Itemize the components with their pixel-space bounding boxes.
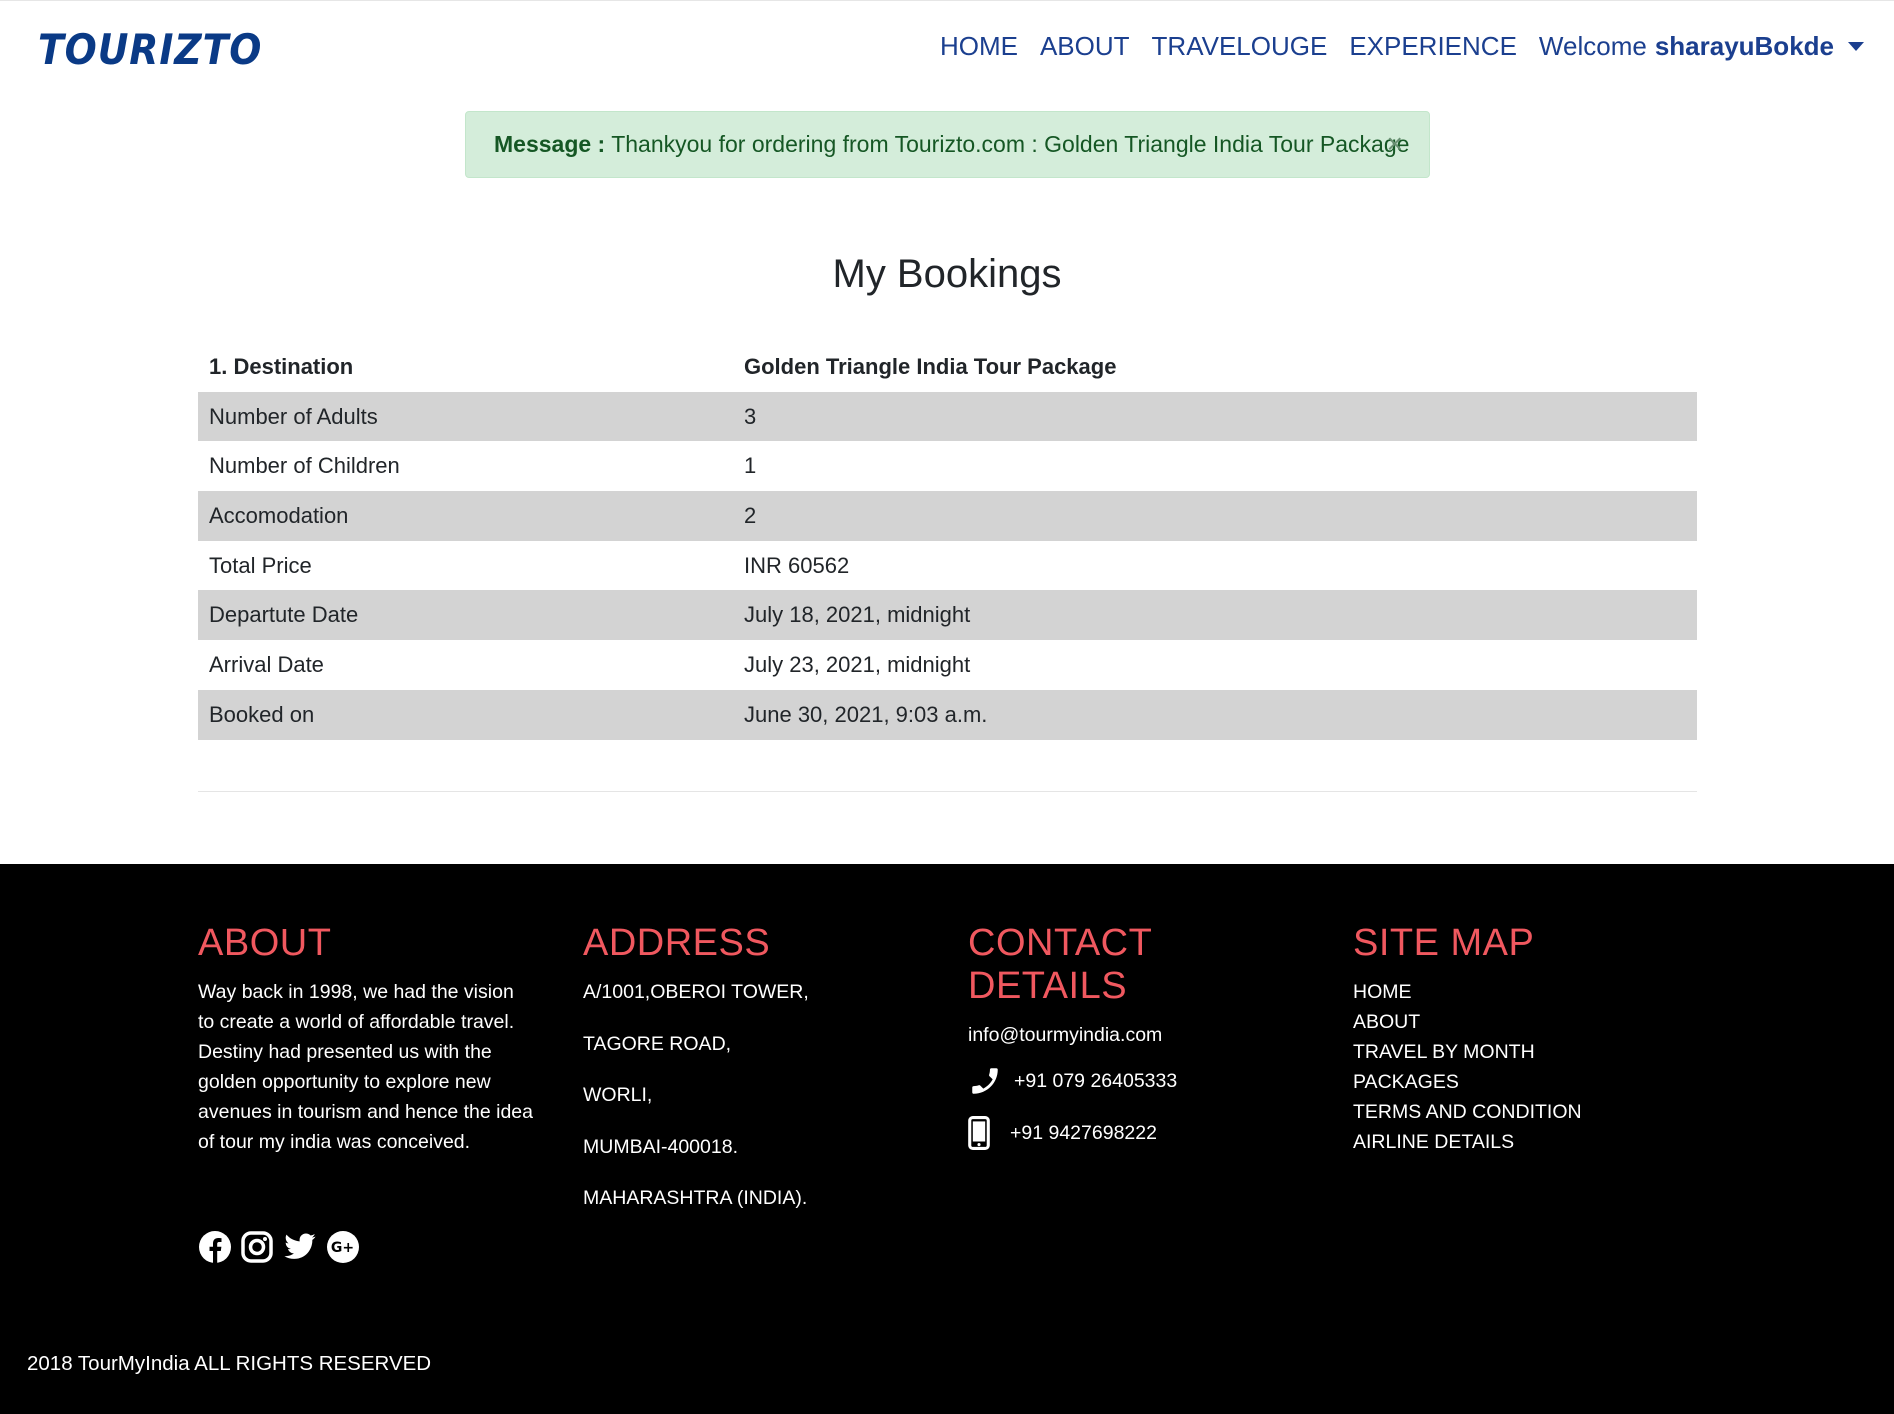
footer-contact-heading: CONTACT DETAILS	[968, 922, 1152, 1007]
address-line: TAGORE ROAD,	[583, 1032, 732, 1055]
footer-sitemap-section: SITE MAP HOME ABOUT TRAVEL BY MONTH PACK…	[1353, 922, 1683, 1157]
row-label: Number of Children	[209, 453, 400, 479]
row-label: 1. Destination	[209, 353, 354, 379]
table-row: Booked on June 30, 2021, 9:03 a.m.	[198, 689, 1697, 740]
row-value: 3	[744, 403, 757, 429]
username: sharayuBokde	[1654, 31, 1834, 61]
row-value: 1	[744, 453, 757, 479]
nav-about-link[interactable]: ABOUT	[1040, 31, 1130, 62]
row-value: July 23, 2021, midnight	[744, 651, 971, 677]
sitemap-airline-details-link[interactable]: AIRLINE DETAILS	[1353, 1127, 1683, 1157]
alert-message: Thankyou for ordering from Tourizto.com …	[611, 131, 1410, 157]
footer-about-section: ABOUT Way back in 1998, we had the visio…	[198, 922, 548, 1157]
table-row: Departute Date July 18, 2021, midnight	[198, 590, 1697, 641]
content-divider	[198, 791, 1697, 792]
about-line: to create a world of affordable travel.	[198, 1011, 515, 1033]
address-line: MUMBAI-400018.	[583, 1135, 738, 1158]
nav-experience-link[interactable]: EXPERIENCE	[1349, 31, 1517, 62]
row-label: Total Price	[209, 552, 312, 578]
booking-table: 1. Destination Golden Triangle India Tou…	[198, 342, 1697, 740]
table-row: Accomodation 2	[198, 491, 1697, 541]
nav-home-link[interactable]: HOME	[940, 31, 1018, 62]
table-row: Total Price INR 60562	[198, 541, 1697, 591]
sitemap-packages-link[interactable]: PACKAGES	[1353, 1067, 1683, 1097]
footer-contact-section: CONTACT DETAILS info@tourmyindia.com +91…	[968, 922, 1318, 1150]
about-line: of tour my india was conceived.	[198, 1131, 471, 1153]
row-value: July 18, 2021, midnight	[744, 602, 971, 628]
facebook-icon[interactable]	[198, 1230, 232, 1264]
row-label: Arrival Date	[209, 651, 324, 677]
table-row: 1. Destination Golden Triangle India Tou…	[198, 342, 1697, 392]
page-title: My Bookings	[832, 252, 1062, 296]
nav-travelouge-link[interactable]: TRAVELOUGE	[1152, 31, 1328, 62]
footer-sitemap-heading: SITE MAP	[1353, 922, 1535, 964]
contact-email[interactable]: info@tourmyindia.com	[968, 1020, 1318, 1050]
mobile-icon	[968, 1116, 990, 1150]
row-value: 2	[744, 502, 757, 528]
table-row: Arrival Date July 23, 2021, midnight	[198, 640, 1697, 690]
about-line: avenues in tourism and hence the idea	[198, 1101, 533, 1123]
navbar: TOURIZTO HOME ABOUT TRAVELOUGE EXPERIENC…	[0, 0, 1894, 100]
twitter-icon[interactable]	[282, 1230, 318, 1264]
row-label: Departute Date	[209, 602, 359, 628]
address-line: MAHARASHTRA (INDIA).	[583, 1187, 808, 1209]
nav-links: HOME ABOUT TRAVELOUGE EXPERIENCE Welcome…	[918, 31, 1864, 62]
footer-address-heading: ADDRESS	[583, 922, 771, 964]
sitemap-travel-by-month-link[interactable]: TRAVEL BY MONTH	[1353, 1037, 1683, 1067]
row-label: Booked on	[209, 701, 315, 727]
contact-mobile[interactable]: +91 9427698222	[1010, 1122, 1157, 1145]
phone-icon	[972, 1068, 998, 1094]
table-row: Number of Adults 3	[198, 391, 1697, 442]
caret-down-icon	[1848, 42, 1864, 51]
order-success-alert: Message : Thankyou for ordering from Tou…	[465, 111, 1430, 178]
about-line: golden opportunity to explore new	[198, 1071, 491, 1093]
sitemap-terms-link[interactable]: TERMS AND CONDITION	[1353, 1097, 1683, 1127]
row-value: June 30, 2021, 9:03 a.m.	[744, 701, 988, 727]
sitemap-home-link[interactable]: HOME	[1353, 977, 1683, 1007]
footer: ABOUT Way back in 1998, we had the visio…	[0, 864, 1894, 1414]
row-label: Accomodation	[209, 502, 349, 528]
table-row: Number of Children 1	[198, 441, 1697, 491]
address-line: WORLI,	[583, 1084, 653, 1106]
footer-address-section: ADDRESS A/1001,OBEROI TOWER, TAGORE ROAD…	[583, 922, 923, 1235]
about-line: Destiny had presented us with the	[198, 1041, 492, 1063]
welcome-label: Welcome	[1538, 31, 1647, 61]
contact-mobile-row: +91 9427698222	[968, 1116, 1318, 1150]
row-value: INR 60562	[744, 552, 850, 578]
brand-logo[interactable]: TOURIZTO	[38, 25, 262, 74]
contact-phone[interactable]: +91 079 26405333	[1014, 1070, 1177, 1093]
user-menu-dropdown[interactable]: Welcome sharayuBokde	[1539, 31, 1864, 62]
instagram-icon[interactable]	[240, 1230, 274, 1264]
address-line: A/1001,OBEROI TOWER,	[583, 981, 809, 1003]
contact-phone-row: +91 079 26405333	[968, 1064, 1318, 1098]
svg-text:G+: G+	[331, 1240, 354, 1256]
sitemap-about-link[interactable]: ABOUT	[1353, 1007, 1683, 1037]
google-plus-icon[interactable]: G+	[326, 1230, 360, 1264]
alert-prefix: Message :	[494, 131, 606, 157]
copyright-text: 2018 TourMyIndia ALL RIGHTS RESERVED	[27, 1352, 432, 1375]
row-label: Number of Adults	[209, 403, 378, 429]
close-icon[interactable]: ×	[1387, 130, 1403, 158]
social-icons: G+	[198, 1230, 368, 1264]
row-value: Golden Triangle India Tour Package	[744, 353, 1117, 379]
footer-about-heading: ABOUT	[198, 922, 332, 964]
about-line: Way back in 1998, we had the vision	[198, 981, 514, 1003]
